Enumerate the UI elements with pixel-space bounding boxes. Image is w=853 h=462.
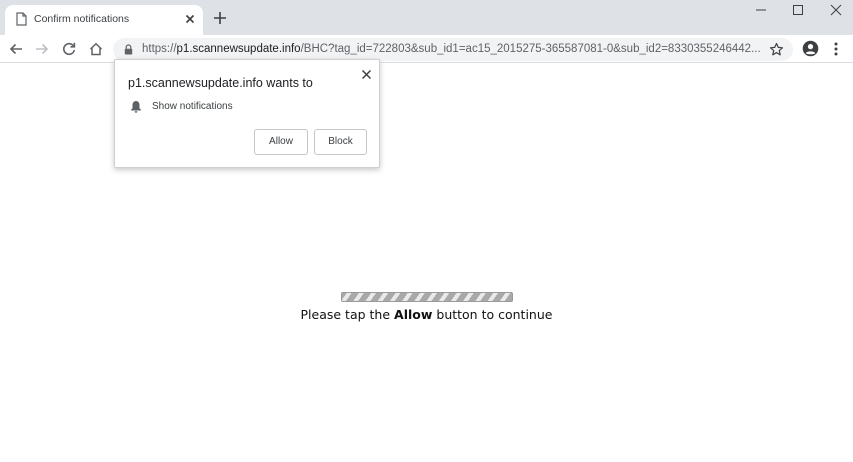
star-icon[interactable]: [769, 42, 784, 57]
minimize-icon[interactable]: [754, 3, 768, 17]
browser-tab[interactable]: Confirm notifications: [5, 5, 203, 35]
menu-icon[interactable]: [831, 41, 841, 57]
address-bar[interactable]: https://p1.scannewsupdate.info/BHC?tag_i…: [113, 38, 793, 61]
block-button[interactable]: Block: [314, 129, 367, 155]
popup-close-icon[interactable]: [361, 69, 372, 80]
url-path: /BHC?tag_id=722803&sub_id1=ac15_2015275-…: [300, 43, 760, 55]
message-allow-emphasis: Allow: [394, 307, 433, 322]
message-text-before: Please tap the: [300, 307, 395, 322]
back-arrow-icon[interactable]: [8, 41, 24, 57]
forward-arrow-icon[interactable]: [34, 41, 50, 57]
tab-close-icon[interactable]: [183, 12, 197, 26]
tab-title: Confirm notifications: [34, 13, 130, 25]
window-close-icon[interactable]: [829, 3, 843, 17]
url-host: p1.scannewsupdate.info: [176, 43, 301, 55]
loading-progress-bar: [341, 292, 513, 302]
message-text-after: button to continue: [432, 307, 553, 322]
url-text[interactable]: https://p1.scannewsupdate.info/BHC?tag_i…: [142, 43, 760, 55]
bell-icon: [131, 101, 141, 113]
account-icon[interactable]: [802, 40, 819, 57]
url-scheme: https://: [142, 43, 177, 55]
tab-strip: Confirm notifications: [0, 0, 853, 35]
notification-permission-popup: p1.scannewsupdate.info wants to Show not…: [114, 59, 380, 168]
maximize-icon[interactable]: [791, 3, 805, 17]
new-tab-plus-icon[interactable]: [212, 10, 228, 26]
home-icon[interactable]: [88, 41, 104, 57]
permission-label: Show notifications: [152, 101, 233, 112]
allow-button[interactable]: Allow: [254, 129, 308, 155]
popup-title: p1.scannewsupdate.info wants to: [128, 76, 313, 90]
lock-icon[interactable]: [124, 44, 133, 55]
reload-icon[interactable]: [61, 41, 77, 57]
instruction-message: Please tap the Allow button to continue: [0, 307, 853, 322]
page-icon: [16, 12, 27, 26]
